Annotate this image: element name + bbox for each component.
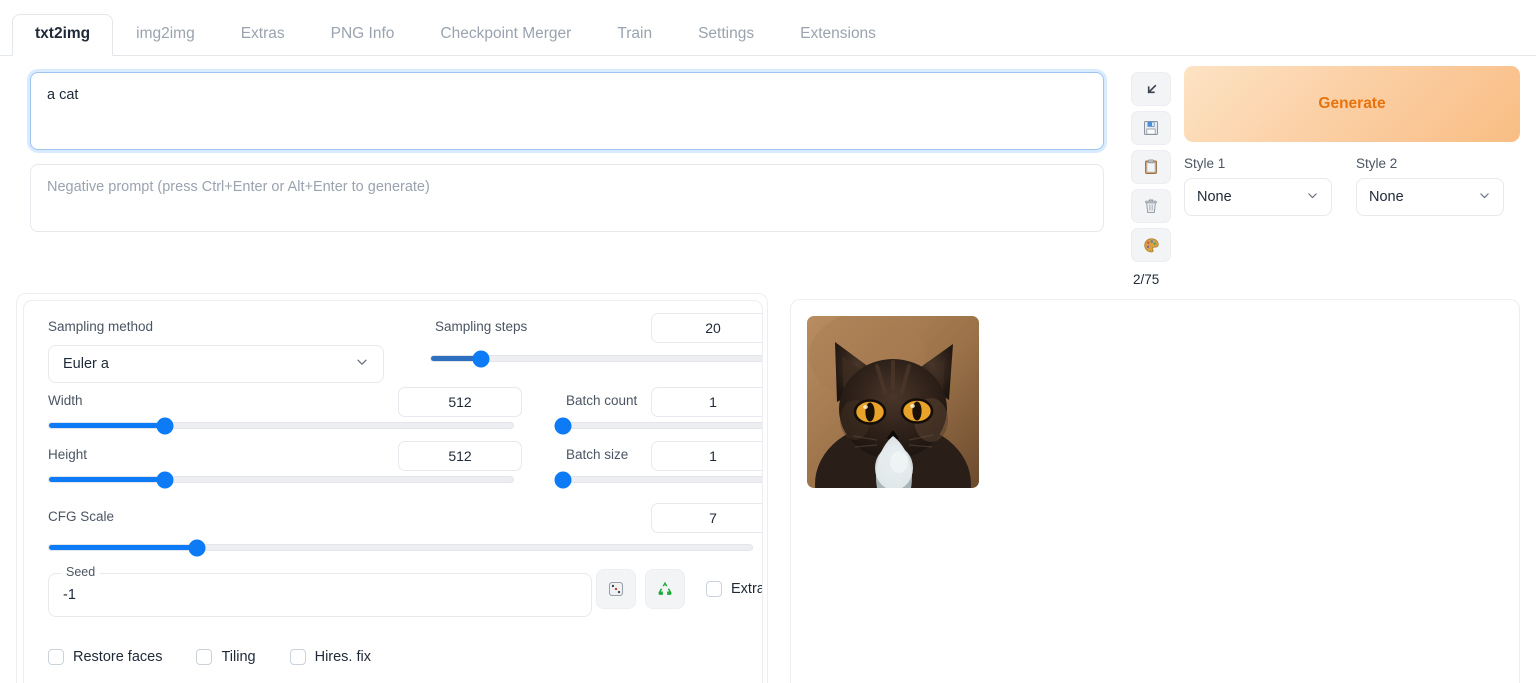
- batch-count-label: Batch count: [566, 393, 638, 408]
- random-seed-dice-icon[interactable]: [596, 569, 636, 609]
- slider-fill: [49, 477, 165, 482]
- hires-fix-label: Hires. fix: [314, 649, 371, 665]
- generation-settings-panel: Sampling method Euler a Sampling steps 2…: [16, 293, 768, 683]
- sampling-steps-slider[interactable]: [430, 350, 762, 367]
- tab-label: txt2img: [35, 25, 91, 43]
- tab-img2img[interactable]: img2img: [113, 14, 218, 56]
- width-slider[interactable]: [48, 417, 514, 434]
- hires-fix-checkbox[interactable]: [289, 649, 306, 665]
- slider-thumb[interactable]: [472, 350, 490, 367]
- token-counter: 2/75: [1133, 272, 1160, 287]
- sampling-steps-input[interactable]: 20: [651, 313, 762, 343]
- tab-extensions[interactable]: Extensions: [777, 14, 899, 56]
- tab-settings[interactable]: Settings: [675, 14, 777, 56]
- sampling-method-value: Euler a: [63, 356, 109, 372]
- restore-faces-checkbox[interactable]: [48, 649, 64, 665]
- slider-thumb[interactable]: [156, 471, 174, 488]
- tab-txt2img[interactable]: txt2img: [12, 14, 114, 56]
- prompt-area: a cat Negative prompt (press Ctrl+Enter …: [30, 72, 1104, 232]
- style-1-group: Style 1 None: [1184, 156, 1332, 216]
- batch-size-input[interactable]: 1: [651, 441, 762, 471]
- tab-label: Settings: [698, 25, 755, 43]
- chevron-down-icon: [1306, 189, 1319, 206]
- sampling-method-select[interactable]: Euler a: [48, 345, 384, 383]
- seed-field[interactable]: Seed -1: [48, 565, 592, 617]
- style-2-value: None: [1369, 189, 1404, 205]
- style-1-select[interactable]: None: [1184, 178, 1332, 216]
- tab-label: PNG Info: [330, 25, 395, 43]
- chevron-down-icon: [1478, 189, 1491, 206]
- batch-count-input[interactable]: 1: [651, 387, 762, 417]
- height-slider[interactable]: [48, 471, 514, 488]
- seed-value: -1: [63, 587, 76, 603]
- hires-fix-checkbox-group[interactable]: Hires. fix: [289, 649, 371, 665]
- stable-diffusion-webui: txt2img img2img Extras PNG Info Checkpoi…: [0, 0, 1536, 683]
- generation-settings-card: Sampling method Euler a Sampling steps 2…: [23, 300, 763, 683]
- reuse-seed-recycle-icon[interactable]: [645, 569, 685, 609]
- style-1-label: Style 1: [1184, 156, 1226, 171]
- style-2-select[interactable]: None: [1356, 178, 1504, 216]
- chevron-down-icon: [355, 355, 369, 373]
- style-2-label: Style 2: [1356, 156, 1398, 171]
- tiling-checkbox-group[interactable]: Tiling: [196, 649, 256, 665]
- generated-image[interactable]: [807, 316, 979, 488]
- tab-label: Extensions: [800, 25, 876, 43]
- tab-label: Train: [617, 25, 653, 43]
- height-label: Height: [48, 447, 88, 462]
- option-checkboxes: Restore faces Tiling Hires. fix: [48, 649, 371, 665]
- restore-faces-checkbox-group[interactable]: Restore faces: [48, 649, 162, 665]
- output-gallery-panel: [790, 299, 1520, 683]
- restore-faces-label: Restore faces: [73, 649, 163, 665]
- main-tab-bar: txt2img img2img Extras PNG Info Checkpoi…: [0, 0, 1536, 56]
- styles-row: Style 1 None Style 2 None: [1184, 156, 1520, 216]
- width-label: Width: [48, 393, 83, 408]
- negative-prompt-input[interactable]: Negative prompt (press Ctrl+Enter or Alt…: [30, 164, 1104, 232]
- slider-thumb[interactable]: [554, 471, 572, 488]
- slider-fill: [49, 545, 197, 550]
- width-input[interactable]: 512: [398, 387, 522, 417]
- tab-checkpoint-merger[interactable]: Checkpoint Merger: [417, 14, 594, 56]
- clear-prompt-trash-icon[interactable]: [1131, 189, 1171, 223]
- batch-count-slider[interactable]: [554, 417, 762, 434]
- slider-thumb[interactable]: [554, 417, 572, 434]
- cfg-scale-label: CFG Scale: [48, 509, 115, 524]
- extra-label: Extra: [731, 581, 763, 597]
- tab-label: img2img: [136, 25, 195, 43]
- tab-extras[interactable]: Extras: [218, 14, 308, 56]
- generate-button[interactable]: Generate: [1184, 66, 1520, 142]
- cfg-scale-slider[interactable]: [48, 539, 753, 556]
- tiling-label: Tiling: [221, 649, 256, 665]
- save-style-icon[interactable]: [1131, 111, 1171, 145]
- extra-checkbox[interactable]: [706, 581, 722, 597]
- generate-section: Generate Style 1 None Style 2 None: [1184, 66, 1520, 216]
- batch-size-label: Batch size: [566, 447, 629, 462]
- tab-png-info[interactable]: PNG Info: [308, 14, 418, 56]
- tab-label: Extras: [240, 25, 285, 43]
- sampling-method-label: Sampling method: [48, 319, 154, 334]
- style-1-value: None: [1197, 189, 1232, 205]
- seed-label: Seed: [61, 565, 101, 579]
- prompt-tool-column: 2/75: [1131, 72, 1173, 287]
- extra-checkbox-group: Extra: [706, 581, 763, 597]
- tab-train[interactable]: Train: [594, 14, 675, 56]
- batch-size-slider[interactable]: [554, 471, 762, 488]
- style-2-group: Style 2 None: [1356, 156, 1504, 216]
- sampling-steps-label: Sampling steps: [435, 319, 528, 334]
- apply-style-palette-icon[interactable]: [1131, 228, 1171, 262]
- cfg-scale-input[interactable]: 7: [651, 503, 762, 533]
- prompt-input[interactable]: a cat: [30, 72, 1104, 150]
- restore-progress-icon[interactable]: [1131, 72, 1171, 106]
- slider-fill: [49, 423, 165, 428]
- slider-thumb[interactable]: [188, 539, 206, 556]
- height-input[interactable]: 512: [398, 441, 522, 471]
- tiling-checkbox[interactable]: [196, 649, 213, 665]
- slider-thumb[interactable]: [156, 417, 174, 434]
- paste-clipboard-icon[interactable]: [1131, 150, 1171, 184]
- tab-label: Checkpoint Merger: [440, 25, 572, 43]
